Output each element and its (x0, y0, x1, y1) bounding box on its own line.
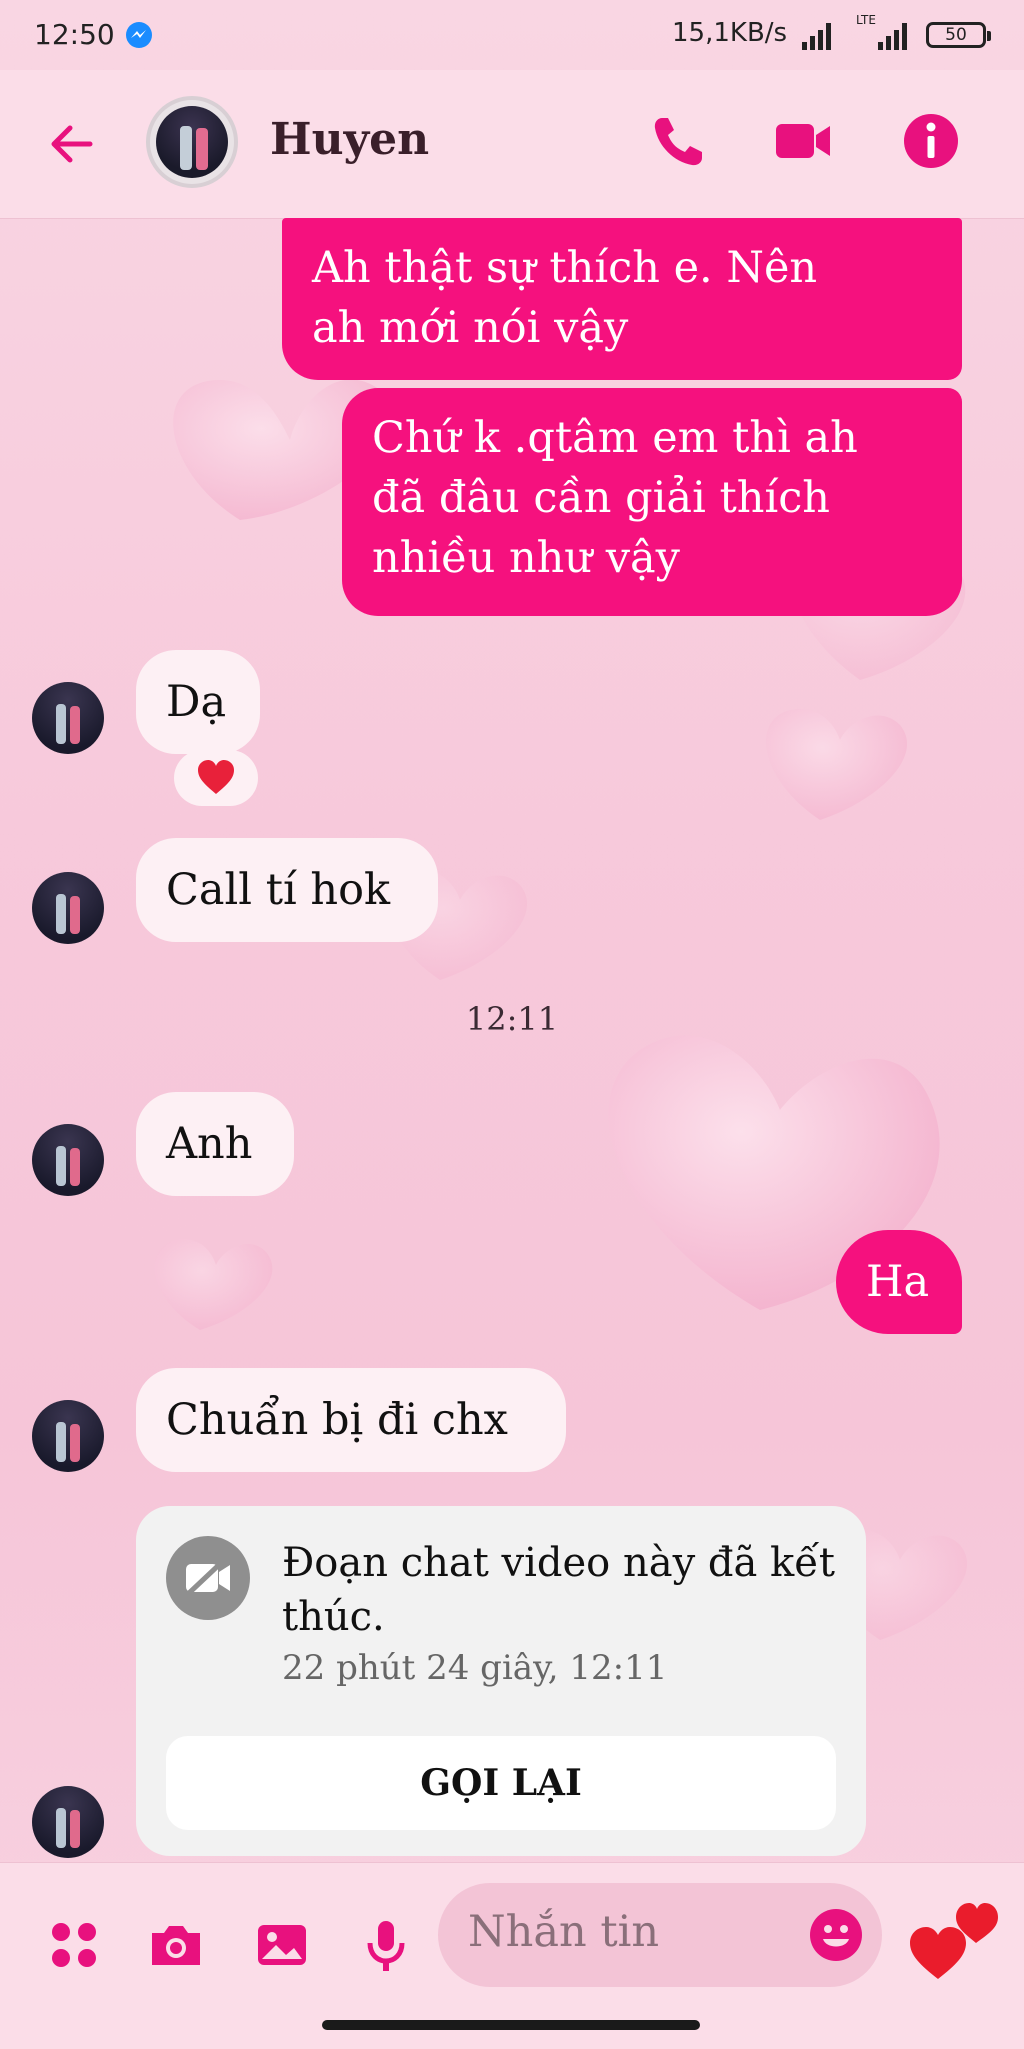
menu-dots-icon[interactable] (44, 1915, 104, 1975)
timestamp: 12:11 (465, 1000, 559, 1038)
incoming-message[interactable]: Dạ (136, 650, 260, 754)
emoji-icon[interactable] (808, 1907, 864, 1963)
message-input-placeholder: Nhắn tin (468, 1907, 660, 1957)
call-duration: 22 phút 24 giây, 12:11 (282, 1648, 668, 1688)
contact-name[interactable]: Huyen (270, 114, 429, 165)
incoming-message[interactable]: Call tí hok (136, 838, 438, 942)
sender-avatar[interactable] (32, 872, 104, 944)
send-hearts-icon[interactable] (908, 1893, 1008, 1983)
call-title: Đoạn chat video này đã kết thúc. (282, 1540, 835, 1640)
battery-indicator: 50 (926, 22, 991, 48)
messenger-icon (126, 22, 152, 48)
call-back-button[interactable]: GỌI LẠI (166, 1736, 836, 1830)
sender-avatar[interactable] (32, 1786, 104, 1858)
gallery-icon[interactable] (252, 1915, 312, 1975)
contact-avatar[interactable] (146, 96, 238, 188)
status-time: 12:50 (34, 18, 115, 51)
camera-icon[interactable] (146, 1915, 206, 1975)
signal-icon-2 (878, 23, 907, 50)
message-input[interactable]: Nhắn tin (438, 1883, 882, 1987)
outgoing-message[interactable]: Ha (836, 1230, 962, 1334)
message-reaction[interactable] (174, 750, 258, 806)
phone-icon[interactable] (648, 110, 710, 172)
microphone-icon[interactable] (356, 1915, 416, 1975)
incoming-message[interactable]: Anh (136, 1092, 294, 1196)
sender-avatar[interactable] (32, 1124, 104, 1196)
chat-header: Huyen (0, 70, 1024, 219)
network-type: LTE (856, 13, 876, 27)
network-speed: 15,1KB/s (672, 18, 788, 48)
video-call-icon[interactable] (772, 110, 834, 172)
outgoing-message[interactable]: Ah thật sự thích e. Nên ah mới nói vậy (282, 218, 962, 380)
outgoing-message[interactable]: Chứ k .qtâm em thì ah đã đâu cần giải th… (342, 388, 962, 616)
sender-avatar[interactable] (32, 1400, 104, 1472)
incoming-message[interactable]: Chuẩn bị đi chx (136, 1368, 566, 1472)
back-arrow-icon[interactable] (44, 116, 100, 172)
signal-icon (802, 23, 831, 50)
sender-avatar[interactable] (32, 682, 104, 754)
video-off-icon (166, 1536, 250, 1620)
info-icon[interactable] (900, 110, 962, 172)
status-bar: 12:50 15,1KB/s LTE 50 (0, 0, 1024, 70)
video-call-ended-card[interactable]: Đoạn chat video này đã kết thúc. 22 phút… (136, 1506, 866, 1856)
home-indicator[interactable] (322, 2020, 700, 2030)
heart-reaction-icon (198, 760, 234, 794)
